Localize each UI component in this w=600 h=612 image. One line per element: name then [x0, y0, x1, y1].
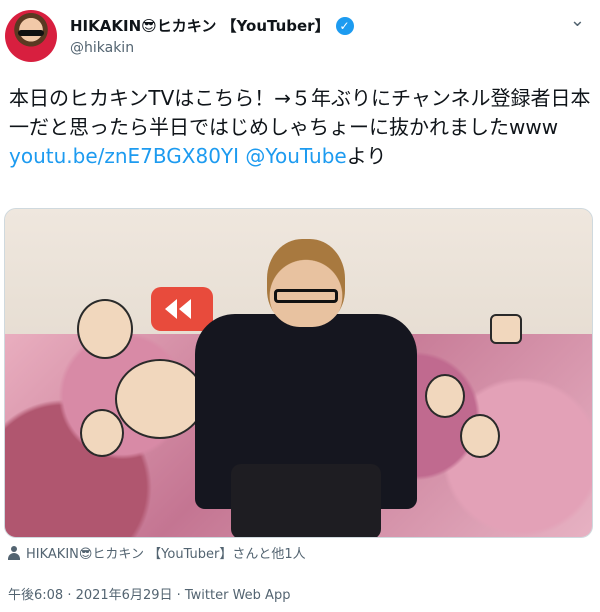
plush-figure: [460, 414, 500, 458]
liked-by-text[interactable]: HIKAKIN😎ヒカキン 【YouTuber】さんと他1人: [26, 543, 306, 562]
plush-figure: [80, 409, 124, 457]
person-shorts: [231, 464, 381, 537]
tweet-text: 本日のヒカキンTVはこちら！→５年ぶりにチャンネル登録者日本一だと思ったら半日で…: [9, 84, 597, 171]
more-icon[interactable]: ⌄: [570, 10, 586, 31]
tweet-header: HIKAKIN😎ヒカキン 【YouTuber】 ✓ @hikakin ⌄: [0, 0, 600, 76]
rewind-logo-icon: [151, 287, 213, 331]
plush-figure: [425, 374, 465, 418]
plush-figure: [115, 359, 205, 439]
tweet-body-end: より: [346, 144, 387, 168]
handle[interactable]: @hikakin: [70, 40, 134, 56]
avatar[interactable]: [5, 10, 57, 62]
glasses: [274, 289, 338, 303]
tweet-body: 本日のヒカキンTVはこちら！→５年ぶりにチャンネル登録者日本一だと思ったら半日で…: [9, 86, 591, 139]
plush-figure: [77, 299, 133, 359]
tweet-media-photo[interactable]: [4, 208, 593, 538]
name-row[interactable]: HIKAKIN😎ヒカキン 【YouTuber】 ✓: [70, 15, 354, 36]
person-head: [267, 239, 345, 327]
display-name[interactable]: HIKAKIN😎ヒカキン 【YouTuber】: [70, 15, 330, 36]
liked-by[interactable]: HIKAKIN😎ヒカキン 【YouTuber】さんと他1人: [8, 543, 306, 562]
timestamp[interactable]: 午後6:08 · 2021年6月29日 · Twitter Web App: [8, 584, 290, 603]
mention-youtube[interactable]: @YouTube: [245, 144, 346, 168]
tweet-link[interactable]: youtu.be/znE7BGX80YI: [9, 144, 239, 168]
verified-badge-icon: ✓: [335, 16, 354, 35]
person-icon: [8, 545, 20, 560]
plush-figure: [490, 314, 522, 344]
